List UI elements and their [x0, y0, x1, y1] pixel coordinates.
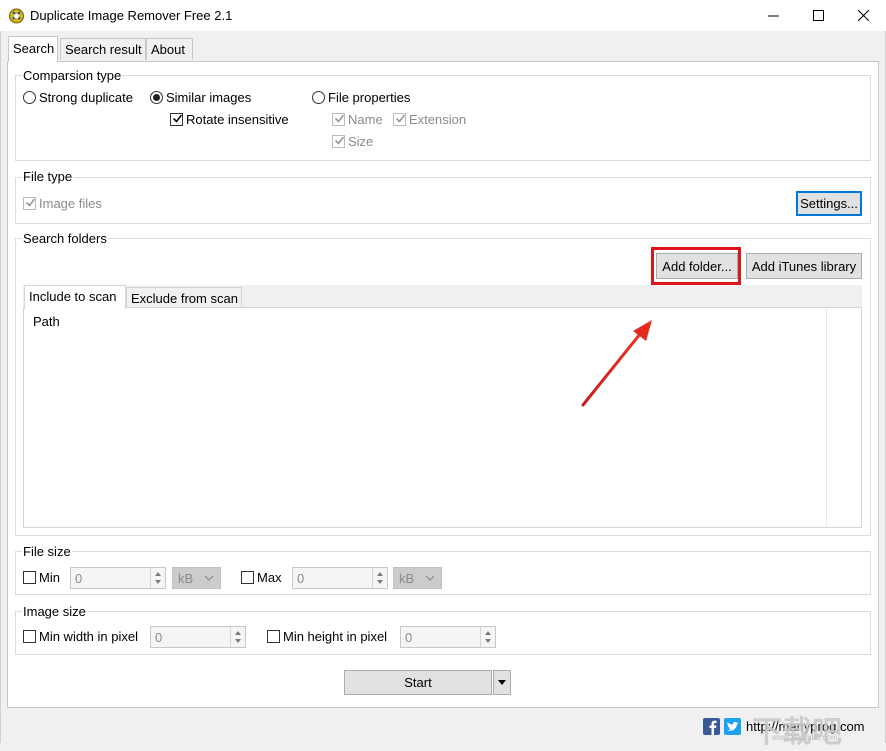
min-size-stepper[interactable]: 0 — [70, 567, 166, 589]
file-properties-label[interactable]: File properties — [328, 90, 410, 105]
min-height-stepper[interactable]: 0 — [400, 626, 496, 648]
check-icon — [172, 113, 183, 124]
max-size-checkbox[interactable] — [241, 571, 254, 584]
strong-duplicate-radio[interactable] — [23, 91, 36, 104]
chevron-down-icon — [425, 573, 435, 583]
min-size-value: 0 — [75, 571, 82, 586]
file-type-group — [15, 177, 871, 224]
max-size-unit: kB — [399, 571, 414, 586]
tab-search[interactable]: Search — [8, 36, 58, 62]
similar-images-label[interactable]: Similar images — [166, 90, 251, 105]
name-label: Name — [348, 112, 383, 127]
path-column-header[interactable]: Path — [33, 314, 60, 329]
stepper-arrows-icon[interactable] — [150, 568, 165, 588]
stepper-arrows-icon[interactable] — [230, 627, 245, 647]
add-itunes-library-button[interactable]: Add iTunes library — [746, 253, 862, 279]
file-properties-radio[interactable] — [312, 91, 325, 104]
max-size-label[interactable]: Max — [257, 570, 282, 585]
close-icon — [858, 10, 869, 21]
min-size-unit: kB — [178, 571, 193, 586]
close-button[interactable] — [840, 0, 886, 31]
minimize-icon — [768, 10, 779, 21]
check-icon — [334, 113, 345, 124]
folder-list[interactable] — [23, 307, 862, 528]
min-size-checkbox[interactable] — [23, 571, 36, 584]
rotate-insensitive-checkbox[interactable] — [170, 113, 183, 126]
extension-checkbox[interactable] — [393, 113, 406, 126]
tab-exclude-from-scan[interactable]: Exclude from scan — [126, 287, 242, 309]
start-options-button[interactable] — [493, 670, 511, 695]
folder-list-scrollbar[interactable] — [826, 309, 860, 526]
arrow-annotation-icon — [578, 316, 658, 410]
rotate-insensitive-label[interactable]: Rotate insensitive — [186, 112, 289, 127]
maximize-icon — [813, 10, 824, 21]
size-label: Size — [348, 134, 373, 149]
caret-down-icon — [498, 680, 506, 686]
start-button[interactable]: Start — [344, 670, 492, 695]
max-size-unit-select[interactable]: kB — [393, 567, 442, 589]
size-checkbox[interactable] — [332, 135, 345, 148]
check-icon — [334, 135, 345, 146]
file-type-label: File type — [22, 169, 73, 184]
facebook-icon[interactable] — [703, 718, 720, 735]
file-size-label: File size — [22, 544, 72, 559]
title-bar: Duplicate Image Remover Free 2.1 — [0, 0, 886, 31]
minimize-button[interactable] — [750, 0, 796, 31]
similar-images-radio[interactable] — [150, 91, 163, 104]
maximize-button[interactable] — [795, 0, 841, 31]
stepper-arrows-icon[interactable] — [480, 627, 495, 647]
min-width-checkbox[interactable] — [23, 630, 36, 643]
min-width-stepper[interactable]: 0 — [150, 626, 246, 648]
comparison-type-label: Comparsion type — [22, 68, 122, 83]
check-icon — [25, 197, 36, 208]
twitter-icon[interactable] — [724, 718, 741, 735]
window-border-left — [0, 31, 1, 743]
min-size-unit-select[interactable]: kB — [172, 567, 221, 589]
image-size-label: Image size — [22, 604, 87, 619]
watermark-logo: 下载吧 — [752, 707, 842, 751]
extension-label: Extension — [409, 112, 466, 127]
tab-include-to-scan[interactable]: Include to scan — [24, 285, 126, 309]
strong-duplicate-label[interactable]: Strong duplicate — [39, 90, 133, 105]
tab-search-result[interactable]: Search result — [60, 38, 146, 60]
max-size-stepper[interactable]: 0 — [292, 567, 388, 589]
settings-button[interactable]: Settings... — [796, 191, 862, 216]
image-files-checkbox[interactable] — [23, 197, 36, 210]
search-folders-label: Search folders — [22, 231, 108, 246]
window-title: Duplicate Image Remover Free 2.1 — [30, 8, 232, 23]
app-logo-icon — [8, 7, 25, 24]
highlight-box — [651, 247, 741, 285]
min-height-label[interactable]: Min height in pixel — [283, 629, 387, 644]
tab-about[interactable]: About — [146, 38, 193, 60]
min-height-value: 0 — [405, 630, 412, 645]
min-width-value: 0 — [155, 630, 162, 645]
chevron-down-icon — [204, 573, 214, 583]
stepper-arrows-icon[interactable] — [372, 568, 387, 588]
min-size-label[interactable]: Min — [39, 570, 60, 585]
min-width-label[interactable]: Min width in pixel — [39, 629, 138, 644]
check-icon — [395, 113, 406, 124]
min-height-checkbox[interactable] — [267, 630, 280, 643]
watermark-url: www.xiazaiba.com — [772, 733, 838, 742]
max-size-value: 0 — [297, 571, 304, 586]
name-checkbox[interactable] — [332, 113, 345, 126]
image-files-label: Image files — [39, 196, 102, 211]
